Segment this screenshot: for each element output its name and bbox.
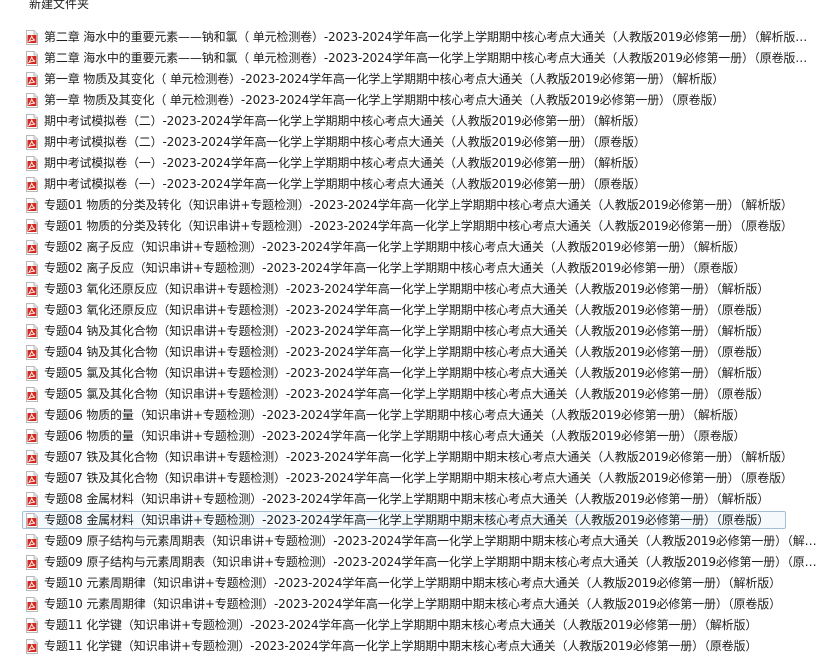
file-row[interactable]: 专题08 金属材料（知识串讲+专题检测）-2023-2024学年高一化学上学期期… [0, 489, 830, 510]
pdf-file-icon [26, 156, 38, 171]
pdf-file-icon [26, 618, 38, 633]
pdf-file-icon [26, 219, 38, 234]
pdf-file-icon [26, 534, 38, 549]
file-row[interactable]: 专题03 氧化还原反应（知识串讲+专题检测）-2023-2024学年高一化学上学… [0, 300, 830, 321]
pdf-file-icon [26, 429, 38, 444]
pdf-file-icon [26, 261, 38, 276]
file-name: 专题04 钠及其化合物（知识串讲+专题检测）-2023-2024学年高一化学上学… [44, 345, 770, 359]
file-name: 专题06 物质的量（知识串讲+专题检测）-2023-2024学年高一化学上学期期… [44, 429, 746, 443]
pdf-file-icon [26, 639, 38, 654]
pdf-file-icon [26, 72, 38, 87]
folder-item[interactable]: 新建文件夹 [0, 0, 830, 14]
file-row[interactable]: 专题02 离子反应（知识串讲+专题检测）-2023-2024学年高一化学上学期期… [0, 258, 830, 279]
file-name: 专题07 铁及其化合物（知识串讲+专题检测）-2023-2024学年高一化学上学… [44, 450, 793, 464]
file-name: 专题02 离子反应（知识串讲+专题检测）-2023-2024学年高一化学上学期期… [44, 240, 746, 254]
pdf-file-icon [26, 135, 38, 150]
file-row[interactable]: 专题09 原子结构与元素周期表（知识串讲+专题检测）-2023-2024学年高一… [0, 531, 830, 552]
file-row[interactable]: 期中考试模拟卷（一）-2023-2024学年高一化学上学期期中核心考点大通关（人… [0, 153, 830, 174]
file-name: 专题11 化学键（知识串讲+专题检测）-2023-2024学年高一化学上学期期中… [44, 639, 758, 653]
file-list: 第二章 海水中的重要元素——钠和氯（ 单元检测卷）-2023-2024学年高一化… [0, 27, 830, 657]
pdf-file-icon [26, 177, 38, 192]
file-row[interactable]: 第二章 海水中的重要元素——钠和氯（ 单元检测卷）-2023-2024学年高一化… [0, 48, 830, 69]
file-name: 专题09 原子结构与元素周期表（知识串讲+专题检测）-2023-2024学年高一… [44, 555, 818, 569]
file-row[interactable]: 专题02 离子反应（知识串讲+专题检测）-2023-2024学年高一化学上学期期… [0, 237, 830, 258]
pdf-file-icon [26, 408, 38, 423]
file-name: 第二章 海水中的重要元素——钠和氯（ 单元检测卷）-2023-2024学年高一化… [44, 30, 818, 44]
file-row[interactable]: 专题08 金属材料（知识串讲+专题检测）-2023-2024学年高一化学上学期期… [0, 510, 830, 531]
file-name: 期中考试模拟卷（二）-2023-2024学年高一化学上学期期中核心考点大通关（人… [44, 114, 646, 128]
pdf-file-icon [26, 114, 38, 129]
file-name: 专题05 氯及其化合物（知识串讲+专题检测）-2023-2024学年高一化学上学… [44, 387, 770, 401]
pdf-file-icon [26, 492, 38, 507]
file-row[interactable]: 专题06 物质的量（知识串讲+专题检测）-2023-2024学年高一化学上学期期… [0, 426, 830, 447]
file-name: 期中考试模拟卷（一）-2023-2024学年高一化学上学期期中核心考点大通关（人… [44, 177, 646, 191]
file-name: 专题11 化学键（知识串讲+专题检测）-2023-2024学年高一化学上学期期中… [44, 618, 758, 632]
file-row[interactable]: 专题06 物质的量（知识串讲+专题检测）-2023-2024学年高一化学上学期期… [0, 405, 830, 426]
file-name: 专题03 氧化还原反应（知识串讲+专题检测）-2023-2024学年高一化学上学… [44, 303, 770, 317]
file-row[interactable]: 专题10 元素周期律（知识串讲+专题检测）-2023-2024学年高一化学上学期… [0, 573, 830, 594]
file-name: 专题01 物质的分类及转化（知识串讲+专题检测）-2023-2024学年高一化学… [44, 198, 793, 212]
file-row[interactable]: 期中考试模拟卷（二）-2023-2024学年高一化学上学期期中核心考点大通关（人… [0, 132, 830, 153]
file-row[interactable]: 专题03 氧化还原反应（知识串讲+专题检测）-2023-2024学年高一化学上学… [0, 279, 830, 300]
file-name: 专题04 钠及其化合物（知识串讲+专题检测）-2023-2024学年高一化学上学… [44, 324, 770, 338]
file-row[interactable]: 专题10 元素周期律（知识串讲+专题检测）-2023-2024学年高一化学上学期… [0, 594, 830, 615]
pdf-file-icon [26, 450, 38, 465]
pdf-file-icon [26, 51, 38, 66]
file-name: 专题03 氧化还原反应（知识串讲+专题检测）-2023-2024学年高一化学上学… [44, 282, 770, 296]
pdf-file-icon [26, 366, 38, 381]
file-name: 专题09 原子结构与元素周期表（知识串讲+专题检测）-2023-2024学年高一… [44, 534, 818, 548]
file-row[interactable]: 专题04 钠及其化合物（知识串讲+专题检测）-2023-2024学年高一化学上学… [0, 342, 830, 363]
pdf-file-icon [26, 576, 38, 591]
pdf-file-icon [26, 93, 38, 108]
file-row[interactable]: 专题04 钠及其化合物（知识串讲+专题检测）-2023-2024学年高一化学上学… [0, 321, 830, 342]
pdf-file-icon [26, 597, 38, 612]
file-name: 期中考试模拟卷（二）-2023-2024学年高一化学上学期期中核心考点大通关（人… [44, 135, 646, 149]
file-name: 第一章 物质及其变化（ 单元检测卷）-2023-2024学年高一化学上学期期中核… [44, 93, 725, 107]
file-row[interactable]: 第一章 物质及其变化（ 单元检测卷）-2023-2024学年高一化学上学期期中核… [0, 69, 830, 90]
file-name: 期中考试模拟卷（一）-2023-2024学年高一化学上学期期中核心考点大通关（人… [44, 156, 646, 170]
file-row[interactable]: 期中考试模拟卷（一）-2023-2024学年高一化学上学期期中核心考点大通关（人… [0, 174, 830, 195]
file-name: 第二章 海水中的重要元素——钠和氯（ 单元检测卷）-2023-2024学年高一化… [44, 51, 818, 65]
folder-label: 新建文件夹 [29, 0, 90, 11]
file-row[interactable]: 专题09 原子结构与元素周期表（知识串讲+专题检测）-2023-2024学年高一… [0, 552, 830, 573]
pdf-file-icon [26, 198, 38, 213]
file-row[interactable]: 专题07 铁及其化合物（知识串讲+专题检测）-2023-2024学年高一化学上学… [0, 447, 830, 468]
pdf-file-icon [26, 513, 38, 528]
pdf-file-icon [26, 303, 38, 318]
file-row[interactable]: 期中考试模拟卷（二）-2023-2024学年高一化学上学期期中核心考点大通关（人… [0, 111, 830, 132]
file-row[interactable]: 专题07 铁及其化合物（知识串讲+专题检测）-2023-2024学年高一化学上学… [0, 468, 830, 489]
file-row[interactable]: 第二章 海水中的重要元素——钠和氯（ 单元检测卷）-2023-2024学年高一化… [0, 27, 830, 48]
file-name: 专题07 铁及其化合物（知识串讲+专题检测）-2023-2024学年高一化学上学… [44, 471, 793, 485]
file-name: 第一章 物质及其变化（ 单元检测卷）-2023-2024学年高一化学上学期期中核… [44, 72, 725, 86]
pdf-file-icon [26, 471, 38, 486]
file-name: 专题10 元素周期律（知识串讲+专题检测）-2023-2024学年高一化学上学期… [44, 597, 781, 611]
file-row[interactable]: 专题11 化学键（知识串讲+专题检测）-2023-2024学年高一化学上学期期中… [0, 636, 830, 657]
file-row[interactable]: 专题05 氯及其化合物（知识串讲+专题检测）-2023-2024学年高一化学上学… [0, 384, 830, 405]
pdf-file-icon [26, 387, 38, 402]
file-name: 专题08 金属材料（知识串讲+专题检测）-2023-2024学年高一化学上学期期… [44, 492, 770, 506]
file-row[interactable]: 第一章 物质及其变化（ 单元检测卷）-2023-2024学年高一化学上学期期中核… [0, 90, 830, 111]
pdf-file-icon [26, 30, 38, 45]
file-name: 专题05 氯及其化合物（知识串讲+专题检测）-2023-2024学年高一化学上学… [44, 366, 770, 380]
file-name: 专题08 金属材料（知识串讲+专题检测）-2023-2024学年高一化学上学期期… [44, 513, 770, 527]
file-row[interactable]: 专题01 物质的分类及转化（知识串讲+专题检测）-2023-2024学年高一化学… [0, 195, 830, 216]
pdf-file-icon [26, 240, 38, 255]
file-name: 专题02 离子反应（知识串讲+专题检测）-2023-2024学年高一化学上学期期… [44, 261, 746, 275]
pdf-file-icon [26, 324, 38, 339]
pdf-file-icon [26, 345, 38, 360]
file-name: 专题06 物质的量（知识串讲+专题检测）-2023-2024学年高一化学上学期期… [44, 408, 746, 422]
file-name: 专题10 元素周期律（知识串讲+专题检测）-2023-2024学年高一化学上学期… [44, 576, 781, 590]
file-row[interactable]: 专题05 氯及其化合物（知识串讲+专题检测）-2023-2024学年高一化学上学… [0, 363, 830, 384]
pdf-file-icon [26, 555, 38, 570]
pdf-file-icon [26, 282, 38, 297]
file-row[interactable]: 专题11 化学键（知识串讲+专题检测）-2023-2024学年高一化学上学期期中… [0, 615, 830, 636]
file-explorer-window: 新建文件夹 第二章 海水中的重要元素——钠和氯（ 单元检测卷）-2023-202… [0, 0, 830, 662]
file-row[interactable]: 专题01 物质的分类及转化（知识串讲+专题检测）-2023-2024学年高一化学… [0, 216, 830, 237]
file-name: 专题01 物质的分类及转化（知识串讲+专题检测）-2023-2024学年高一化学… [44, 219, 793, 233]
